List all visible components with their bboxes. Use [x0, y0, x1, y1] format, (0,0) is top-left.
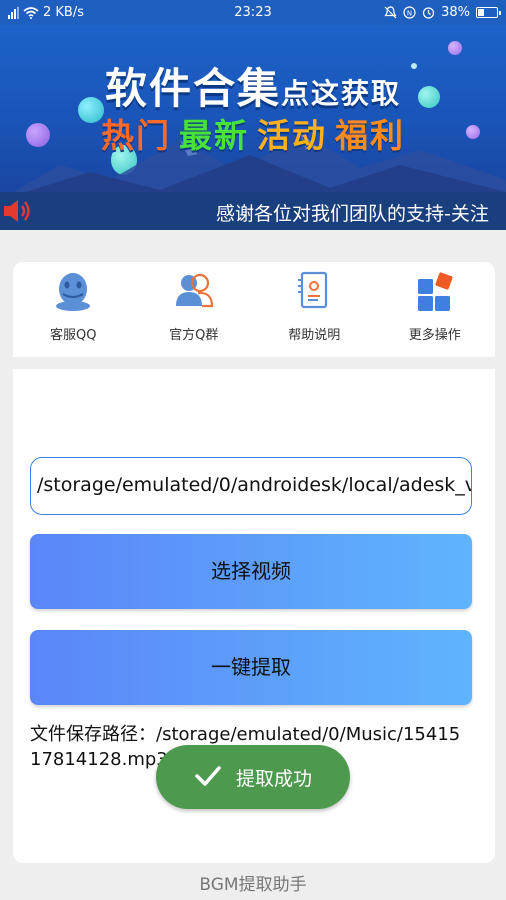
banner-tag-event: 活动: [257, 116, 327, 155]
alarm-icon: [422, 7, 435, 19]
status-bar: 2 KB/s 23:23 N 38%: [0, 0, 506, 25]
qq-penguin-icon: [56, 273, 90, 311]
mute-bell-icon: [384, 6, 397, 19]
banner-title-suffix: 点这获取: [281, 77, 402, 110]
banner-tag-new: 最新: [179, 116, 249, 155]
checkmark-icon: [195, 766, 221, 786]
banner-title: 软件合集点这获取: [0, 55, 506, 116]
quick-action-more[interactable]: 更多操作: [375, 262, 496, 357]
banner-title-main: 软件合集: [104, 64, 281, 113]
group-icon: [175, 273, 213, 308]
quick-action-help[interactable]: 帮助说明: [254, 262, 375, 357]
more-apps-icon: [417, 272, 453, 311]
quick-action-label: 官方Q群: [169, 328, 219, 343]
marquee-text: 感谢各位对我们团队的支持-关注: [216, 203, 489, 225]
decorative-bubble: [448, 41, 462, 55]
quick-action-official-group[interactable]: 官方Q群: [134, 262, 255, 357]
one-click-extract-button[interactable]: 一键提取: [30, 630, 472, 705]
toast-message: 提取成功: [236, 768, 313, 790]
announcement-marquee[interactable]: 感谢各位对我们团队的支持-关注: [0, 192, 506, 230]
help-document-icon: [298, 271, 328, 309]
speaker-icon: [4, 200, 30, 222]
status-right: N 38%: [384, 5, 501, 20]
quick-actions: 客服QQ 官方Q群 帮助说明 更多操作: [13, 262, 495, 357]
quick-action-label: 客服QQ: [50, 328, 97, 343]
promo-banner[interactable]: 软件合集点这获取 热门 最新 活动 福利 感谢各位对我们团队的支持-关注: [0, 25, 506, 230]
quick-action-label: 更多操作: [408, 328, 461, 343]
banner-tags: 热门 最新 活动 福利: [0, 109, 506, 157]
banner-tag-hot: 热门: [101, 116, 171, 155]
quick-action-label: 帮助说明: [288, 328, 341, 343]
battery-icon: [476, 7, 501, 18]
select-video-button[interactable]: 选择视频: [30, 534, 472, 609]
battery-percent: 38%: [441, 5, 470, 20]
quick-action-customer-qq[interactable]: 客服QQ: [13, 262, 134, 357]
success-toast: 提取成功: [156, 745, 350, 809]
video-path-input[interactable]: /storage/emulated/0/androidesk/local/ade…: [30, 457, 472, 515]
app-footer-title: BGM提取助手: [199, 875, 307, 895]
nfc-icon: N: [403, 6, 416, 19]
section-divider: [13, 357, 495, 369]
svg-text:N: N: [407, 10, 412, 18]
banner-tag-welfare: 福利: [335, 116, 405, 155]
